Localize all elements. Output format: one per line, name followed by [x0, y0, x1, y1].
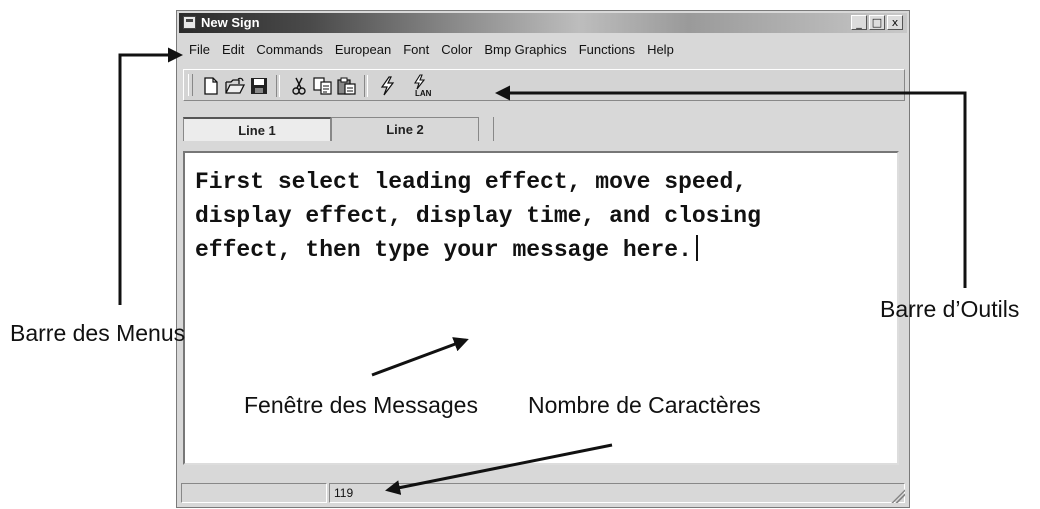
menu-commands[interactable]: Commands [250, 39, 328, 61]
window-title: New Sign [201, 15, 260, 30]
status-bar: 119 [179, 483, 907, 505]
toolbar-separator [364, 75, 368, 97]
minimize-button[interactable]: _ [851, 15, 867, 30]
toolbar: LAN [183, 69, 905, 101]
lan-button[interactable]: LAN [410, 74, 438, 98]
copy-button[interactable] [312, 75, 334, 97]
new-button[interactable] [200, 75, 222, 97]
menu-functions[interactable]: Functions [573, 39, 641, 61]
message-line-last: effect, then type your message here. [195, 233, 885, 267]
new-document-icon [204, 77, 218, 95]
toolbar-separator [276, 75, 280, 97]
tab-line-2[interactable]: Line 2 [331, 117, 479, 141]
scissors-icon [292, 77, 306, 95]
message-text[interactable]: First select leading effect, move speed,… [195, 165, 885, 267]
window-controls: _ □ x [849, 15, 903, 30]
status-cell-empty [181, 483, 327, 503]
save-disk-icon [251, 78, 267, 94]
paste-icon [337, 77, 356, 95]
text-caret [695, 235, 698, 261]
cut-button[interactable] [288, 75, 310, 97]
callout-message-window: Fenêtre des Messages [244, 392, 478, 418]
app-icon[interactable] [183, 16, 196, 29]
toolbar-grip[interactable] [188, 74, 193, 96]
copy-icon [313, 77, 332, 95]
save-button[interactable] [248, 75, 270, 97]
lightning-icon [380, 76, 395, 96]
message-line: First select leading effect, move speed, [195, 169, 748, 195]
callout-char-count: Nombre de Caractères [528, 392, 761, 418]
resize-grip-icon[interactable] [891, 489, 905, 503]
lan-icon: LAN [414, 74, 432, 98]
send-button[interactable] [376, 75, 398, 97]
tab-line-1[interactable]: Line 1 [183, 117, 331, 141]
line-tabs: Line 1 Line 2 [183, 117, 495, 143]
title-bar[interactable]: New Sign _ □ x [179, 13, 907, 33]
menu-help[interactable]: Help [641, 39, 680, 61]
app-window: New Sign _ □ x File Edit Commands Europe… [176, 10, 910, 508]
maximize-button[interactable]: □ [869, 15, 885, 30]
menu-file[interactable]: File [183, 39, 216, 61]
message-line: effect, then type your message here. [195, 237, 692, 263]
open-button[interactable] [224, 75, 246, 97]
menu-bar: File Edit Commands European Font Color B… [183, 39, 680, 61]
char-count: 119 [329, 483, 905, 503]
menu-bmp-graphics[interactable]: Bmp Graphics [478, 39, 572, 61]
menu-edit[interactable]: Edit [216, 39, 250, 61]
tab-strip-divider [493, 117, 495, 141]
arrow-menu-bar [118, 47, 183, 305]
message-line: display effect, display time, and closin… [195, 203, 761, 229]
menu-european[interactable]: European [329, 39, 397, 61]
open-folder-icon [225, 77, 245, 94]
callout-menu-bar: Barre des Menus [10, 320, 186, 346]
paste-button[interactable] [336, 75, 358, 97]
menu-font[interactable]: Font [397, 39, 435, 61]
close-button[interactable]: x [887, 15, 903, 30]
callout-toolbar: Barre d’Outils [880, 296, 1020, 322]
lan-label: LAN [415, 89, 432, 98]
menu-color[interactable]: Color [435, 39, 478, 61]
